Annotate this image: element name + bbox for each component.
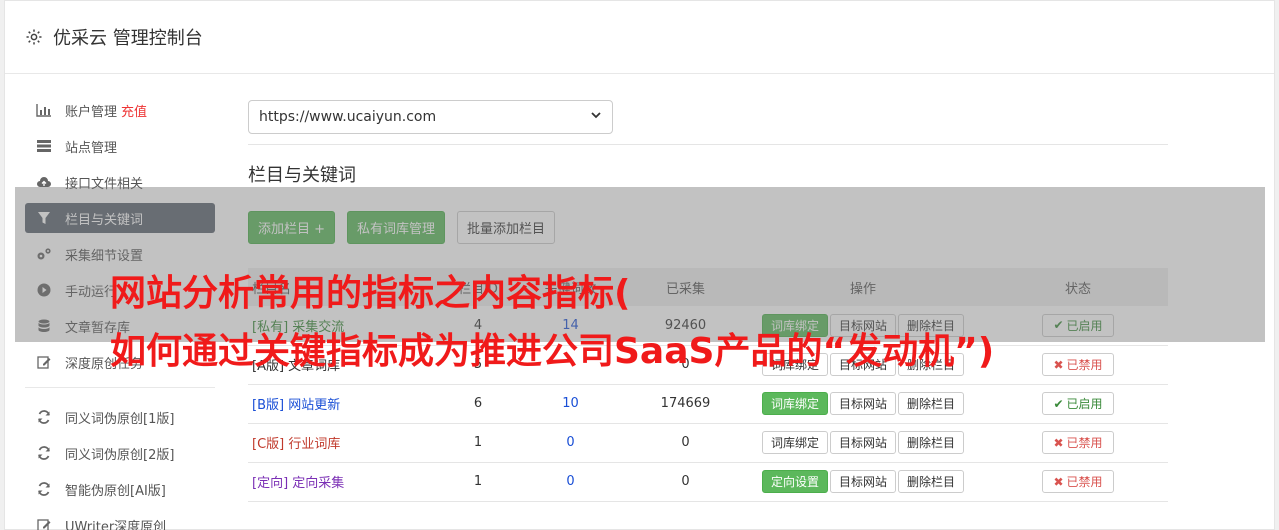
recharge-link[interactable]: 充值 bbox=[121, 101, 147, 120]
column-id: 6 bbox=[473, 396, 483, 411]
overlay-title-line2: 如何通过关键指标成为推进公司SaaS产品的“发动机”) bbox=[110, 331, 995, 372]
column-name[interactable]: [定向] 定向采集 bbox=[252, 476, 344, 491]
keyword-count[interactable]: 10 bbox=[508, 384, 633, 423]
delete-column-button[interactable]: 删除栏目 bbox=[898, 431, 965, 454]
collected-count: 174669 bbox=[660, 396, 711, 411]
cross-icon: ✖ bbox=[1053, 357, 1064, 372]
target-site-button[interactable]: 目标网站 bbox=[829, 392, 896, 415]
bind-dict-button[interactable]: 词库绑定 bbox=[761, 392, 828, 415]
sidebar-item-a-0[interactable]: 账户管理 充值 bbox=[25, 95, 215, 125]
target-site-button[interactable]: 目标网站 bbox=[829, 470, 896, 493]
gear-icon bbox=[25, 28, 43, 46]
refresh-icon bbox=[36, 445, 52, 461]
sidebar-item-b-2[interactable]: 智能伪原创[AI版] bbox=[25, 474, 215, 504]
status-label: 已禁用 bbox=[1066, 358, 1103, 372]
sidebar-item-label: 同义词伪原创[1版] bbox=[65, 411, 175, 427]
status-cell: ✖ 已禁用 bbox=[988, 345, 1168, 384]
column-name-cell[interactable]: [C版] 行业词库 bbox=[248, 423, 448, 462]
sidebar-item-label: 账户管理 bbox=[65, 104, 118, 120]
status-label: 已禁用 bbox=[1066, 475, 1103, 489]
column-id: 1 bbox=[473, 435, 483, 450]
keyword-count[interactable]: 0 bbox=[508, 423, 633, 462]
check-icon: ✔ bbox=[1053, 396, 1064, 411]
bind-dict-button[interactable]: 定向设置 bbox=[761, 470, 828, 493]
edit-icon bbox=[36, 354, 52, 370]
delete-column-button[interactable]: 删除栏目 bbox=[898, 470, 965, 493]
status-cell: ✔ 已启用 bbox=[988, 384, 1168, 423]
collected-count: 0 bbox=[681, 474, 690, 489]
status-cell: ✖ 已禁用 bbox=[988, 423, 1168, 462]
sidebar-item-label: 站点管理 bbox=[65, 140, 118, 156]
actions-cell: 词库绑定 目标网站 删除栏目 bbox=[738, 384, 988, 423]
delete-column-button[interactable]: 删除栏目 bbox=[898, 392, 965, 415]
refresh-icon bbox=[36, 409, 52, 425]
bar-chart-icon bbox=[36, 102, 52, 118]
actions-cell: 词库绑定 目标网站 删除栏目 bbox=[738, 423, 988, 462]
table-row: [定向] 定向采集 1 0 0 定向设置 目标网站 删除栏目 ✖ 已禁用 bbox=[248, 462, 1168, 501]
column-name-cell[interactable]: [B版] 网站更新 bbox=[248, 384, 448, 423]
sidebar-item-b-3[interactable]: UWriter深度原创 bbox=[25, 510, 215, 530]
sidebar-divider bbox=[25, 387, 215, 388]
site-select[interactable]: https://www.ucaiyun.com bbox=[248, 100, 613, 134]
bind-dict-button[interactable]: 词库绑定 bbox=[761, 431, 828, 454]
status-cell: ✖ 已禁用 bbox=[988, 462, 1168, 501]
header: 优采云 管理控制台 bbox=[5, 1, 1274, 74]
sidebar-item-b-0[interactable]: 同义词伪原创[1版] bbox=[25, 402, 215, 432]
sidebar-item-label: UWriter深度原创 bbox=[65, 519, 167, 530]
sidebar-item-label: 同义词伪原创[2版] bbox=[65, 447, 175, 463]
divider bbox=[248, 144, 1168, 145]
status-label: 已禁用 bbox=[1066, 436, 1103, 450]
page-title: 优采云 管理控制台 bbox=[53, 28, 203, 49]
target-site-button[interactable]: 目标网站 bbox=[829, 431, 896, 454]
column-name[interactable]: [B版] 网站更新 bbox=[252, 398, 340, 413]
table-row: [B版] 网站更新 6 10 174669 词库绑定 目标网站 删除栏目 ✔ 已启用 bbox=[248, 384, 1168, 423]
table-row: [C版] 行业词库 1 0 0 词库绑定 目标网站 删除栏目 ✖ 已禁用 bbox=[248, 423, 1168, 462]
status-toggle[interactable]: ✖ 已禁用 bbox=[1042, 353, 1114, 376]
server-icon bbox=[36, 138, 52, 154]
sidebar-item-b-1[interactable]: 同义词伪原创[2版] bbox=[25, 438, 215, 468]
site-select-value: https://www.ucaiyun.com bbox=[259, 109, 437, 125]
status-toggle[interactable]: ✖ 已禁用 bbox=[1042, 431, 1114, 454]
status-toggle[interactable]: ✖ 已禁用 bbox=[1042, 470, 1114, 493]
status-toggle[interactable]: ✔ 已启用 bbox=[1042, 392, 1114, 415]
refresh-icon bbox=[36, 481, 52, 497]
keyword-count[interactable]: 0 bbox=[508, 462, 633, 501]
edit-icon bbox=[36, 517, 52, 530]
cross-icon: ✖ bbox=[1053, 435, 1064, 450]
column-name[interactable]: [C版] 行业词库 bbox=[252, 437, 340, 452]
status-label: 已启用 bbox=[1066, 397, 1103, 411]
cross-icon: ✖ bbox=[1053, 474, 1064, 489]
column-name-cell[interactable]: [定向] 定向采集 bbox=[248, 462, 448, 501]
sidebar-item-label: 智能伪原创[AI版] bbox=[65, 483, 166, 499]
actions-cell: 定向设置 目标网站 删除栏目 bbox=[738, 462, 988, 501]
collected-count: 0 bbox=[681, 435, 690, 450]
chevron-down-icon bbox=[590, 109, 602, 125]
column-id: 1 bbox=[473, 474, 483, 489]
sidebar-item-a-1[interactable]: 站点管理 bbox=[25, 131, 215, 161]
overlay-title-line1: 网站分析常用的指标之内容指标( bbox=[110, 273, 631, 314]
section-title: 栏目与关键词 bbox=[248, 165, 356, 186]
